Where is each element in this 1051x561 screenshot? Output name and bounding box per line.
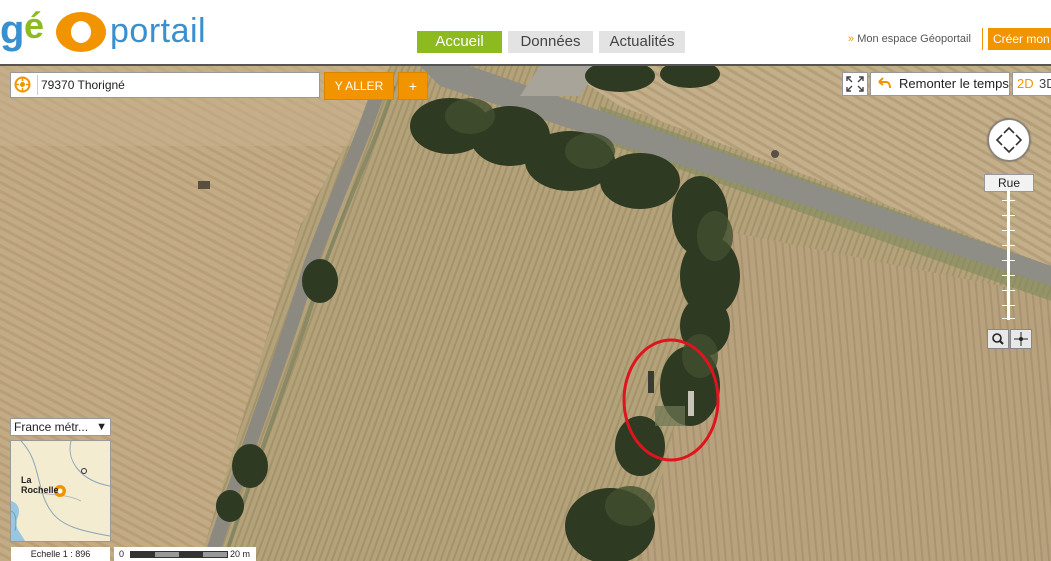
view-2d-button[interactable]: 2D <box>1017 73 1034 95</box>
view-3d-button[interactable]: 3D <box>1039 73 1051 95</box>
chevron-right-icon: » <box>848 33 855 45</box>
zoom-tick <box>1002 275 1015 276</box>
aerial-map[interactable] <box>0 66 1051 561</box>
zoom-box-button[interactable] <box>987 329 1009 349</box>
crosshair-icon <box>1014 332 1028 346</box>
pan-navigation-icon <box>995 126 1023 154</box>
fullscreen-button[interactable] <box>842 72 868 96</box>
zoom-tick <box>1002 215 1015 216</box>
overview-city-label: La Rochelle <box>21 475 59 495</box>
header-divider <box>982 28 983 50</box>
view-toggle: 2D 3D <box>1012 72 1051 96</box>
region-select[interactable]: France métr... ▼ <box>10 418 111 436</box>
mon-espace-label: Mon espace Géoportail <box>857 33 971 45</box>
zoom-tick <box>1002 260 1015 261</box>
zoom-tick <box>1002 318 1015 319</box>
scale-bar-graphic <box>130 551 228 558</box>
pan-control[interactable] <box>988 119 1030 161</box>
dropdown-arrow-icon: ▼ <box>96 421 107 433</box>
overview-minimap[interactable]: La Rochelle <box>10 440 111 542</box>
zoom-slider-track[interactable] <box>1007 190 1010 320</box>
zoom-tick <box>1002 200 1015 201</box>
add-button[interactable]: + <box>398 72 428 100</box>
zoom-tick <box>1002 305 1015 306</box>
header-bar: g é portail Accueil Données Actualités »… <box>0 0 1051 66</box>
tab-donnees[interactable]: Données <box>508 31 593 53</box>
location-target-icon[interactable] <box>14 76 31 93</box>
scale-ratio: Echelle 1 : 896 <box>11 547 110 561</box>
mon-espace-link[interactable]: » Mon espace Géoportail <box>848 33 971 45</box>
aerial-imagery <box>0 66 1051 561</box>
geoportail-logo[interactable]: g é portail <box>0 4 230 56</box>
search-input[interactable] <box>41 76 311 93</box>
magnifier-icon <box>992 333 1004 345</box>
remonter-le-temps-button[interactable]: Remonter le temps <box>870 72 1010 96</box>
scale-bar: 0 20 m <box>114 547 256 561</box>
region-select-value: France métr... <box>14 420 89 434</box>
tab-accueil[interactable]: Accueil <box>417 31 502 53</box>
create-account-button[interactable]: Créer mon <box>988 28 1051 50</box>
search-divider <box>37 75 38 95</box>
tab-actualites[interactable]: Actualités <box>599 31 685 53</box>
zoom-tick <box>1002 230 1015 231</box>
zoom-tick <box>1002 290 1015 291</box>
scale-bar-distance: 20 m <box>230 549 251 559</box>
search-box <box>10 72 320 98</box>
scale-bar-zero: 0 <box>119 549 125 559</box>
remonter-label: Remonter le temps <box>899 76 1009 91</box>
fullscreen-icon <box>846 76 864 92</box>
zoom-tick <box>1002 245 1015 246</box>
go-button[interactable]: Y ALLER <box>324 72 394 100</box>
undo-arrow-icon <box>878 77 891 89</box>
center-button[interactable] <box>1010 329 1032 349</box>
